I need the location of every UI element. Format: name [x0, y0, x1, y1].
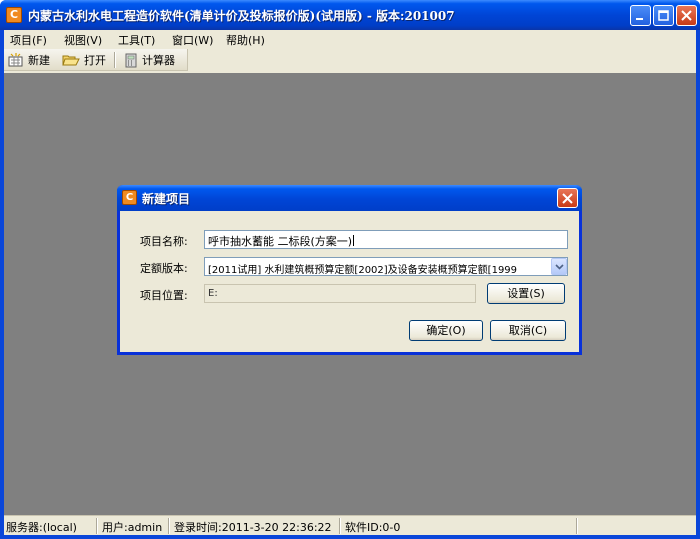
- app-icon[interactable]: C: [6, 7, 22, 23]
- quota-version-select[interactable]: [2011试用] 水利建筑概预算定额[2002]及设备安装概预算定额[1999: [204, 257, 568, 276]
- status-separator: [576, 518, 578, 534]
- new-project-icon: [8, 53, 23, 67]
- status-separator: [339, 518, 341, 534]
- project-name-label: 项目名称:: [140, 235, 188, 248]
- maximize-button[interactable]: [653, 5, 674, 26]
- dialog-app-icon: C: [122, 190, 137, 205]
- new-button[interactable]: 新建: [8, 52, 50, 68]
- toolbar: 新建 打开 计算器: [4, 49, 188, 71]
- minimize-icon: [636, 18, 643, 20]
- calculator-label: 计算器: [142, 54, 175, 67]
- status-separator: [168, 518, 170, 534]
- cancel-button[interactable]: 取消(C): [490, 320, 566, 341]
- title-bar[interactable]: C 内蒙古水利水电工程造价软件(清单计价及投标报价版)(试用版) - 版本:20…: [0, 0, 700, 30]
- menu-window[interactable]: 窗口(W): [172, 32, 213, 48]
- status-server: 服务器:(local): [6, 521, 77, 534]
- menu-help[interactable]: 帮助(H): [226, 32, 265, 48]
- dropdown-button[interactable]: [551, 258, 567, 275]
- status-user: 用户:admin: [102, 521, 163, 534]
- ok-button[interactable]: 确定(O): [409, 320, 483, 341]
- minimize-button[interactable]: [630, 5, 651, 26]
- menu-tools[interactable]: 工具(T): [118, 32, 155, 48]
- new-project-dialog: C 新建项目 项目名称: 呼市抽水蓄能 二标段(方案一) 定额版本: [2011…: [117, 185, 582, 355]
- text-caret: [353, 235, 355, 246]
- toolbar-separator: [114, 52, 116, 68]
- new-label: 新建: [28, 54, 50, 67]
- project-name-input[interactable]: 呼市抽水蓄能 二标段(方案一): [204, 230, 568, 249]
- project-name-value: 呼市抽水蓄能 二标段(方案一): [208, 235, 353, 248]
- dialog-body: 项目名称: 呼市抽水蓄能 二标段(方案一) 定额版本: [2011试用] 水利建…: [120, 211, 579, 352]
- calculator-icon: [125, 53, 137, 67]
- calculator-button[interactable]: 计算器: [124, 52, 175, 68]
- menu-bar: 项目(F) 视图(V) 工具(T) 窗口(W) 帮助(H): [4, 30, 696, 48]
- close-button[interactable]: [676, 5, 697, 26]
- open-label: 打开: [84, 54, 106, 67]
- project-location-field: E:: [204, 284, 476, 303]
- menu-view[interactable]: 视图(V): [64, 32, 102, 48]
- settings-button[interactable]: 设置(S): [487, 283, 565, 304]
- status-login-time: 登录时间:2011-3-20 22:36:22: [174, 521, 332, 534]
- dialog-title: 新建项目: [142, 192, 191, 206]
- menu-project[interactable]: 项目(F): [10, 32, 47, 48]
- quota-version-label: 定额版本:: [140, 262, 188, 275]
- quota-version-value: [2011试用] 水利建筑概预算定额[2002]及设备安装概预算定额[1999: [208, 265, 518, 276]
- close-icon: [681, 10, 692, 21]
- maximize-icon: [658, 10, 669, 21]
- status-software-id: 软件ID:0-0: [345, 521, 401, 534]
- project-location-label: 项目位置:: [140, 289, 188, 302]
- dialog-title-bar[interactable]: C 新建项目: [117, 185, 582, 211]
- main-window: C 内蒙古水利水电工程造价软件(清单计价及投标报价版)(试用版) - 版本:20…: [0, 0, 700, 539]
- open-button[interactable]: 打开: [62, 52, 106, 68]
- close-icon: [562, 193, 573, 204]
- folder-open-icon: [62, 55, 80, 66]
- status-separator: [96, 518, 98, 534]
- status-bar: 服务器:(local) 用户:admin 登录时间:2011-3-20 22:3…: [4, 515, 696, 535]
- window-title: 内蒙古水利水电工程造价软件(清单计价及投标报价版)(试用版) - 版本:2010…: [28, 9, 455, 23]
- chevron-down-icon: [555, 264, 564, 270]
- dialog-close-button[interactable]: [557, 188, 578, 208]
